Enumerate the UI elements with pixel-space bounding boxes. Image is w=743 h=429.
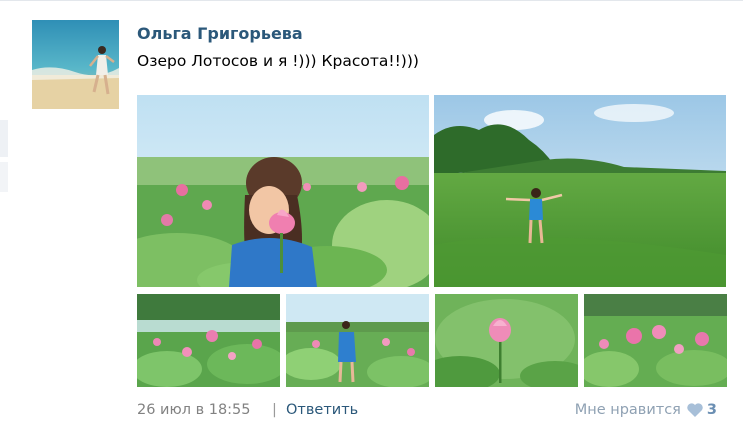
top-divider bbox=[0, 0, 743, 1]
like-button[interactable]: Мне нравится 3 bbox=[575, 402, 717, 418]
post-text: Озеро Лотосов и я !))) Красота!!))) bbox=[137, 52, 419, 70]
side-strip-lower bbox=[0, 162, 8, 192]
post-date-link[interactable]: 26 июл в 18:55 bbox=[137, 402, 251, 418]
photo-4[interactable] bbox=[286, 294, 429, 387]
heart-icon bbox=[686, 402, 704, 418]
side-strip bbox=[0, 120, 8, 157]
like-label: Мне нравится bbox=[574, 402, 681, 418]
photo-5[interactable] bbox=[435, 294, 578, 387]
avatar-image bbox=[32, 20, 119, 109]
like-count: 3 bbox=[706, 402, 717, 418]
photo-2[interactable] bbox=[434, 95, 726, 287]
reply-link[interactable]: Ответить bbox=[286, 402, 358, 418]
footer-separator: | bbox=[272, 402, 277, 418]
avatar[interactable] bbox=[32, 20, 119, 109]
photo-3[interactable] bbox=[137, 294, 280, 387]
author-name-link[interactable]: Ольга Григорьева bbox=[137, 24, 303, 43]
photo-1[interactable] bbox=[137, 95, 429, 287]
photo-6[interactable] bbox=[584, 294, 727, 387]
